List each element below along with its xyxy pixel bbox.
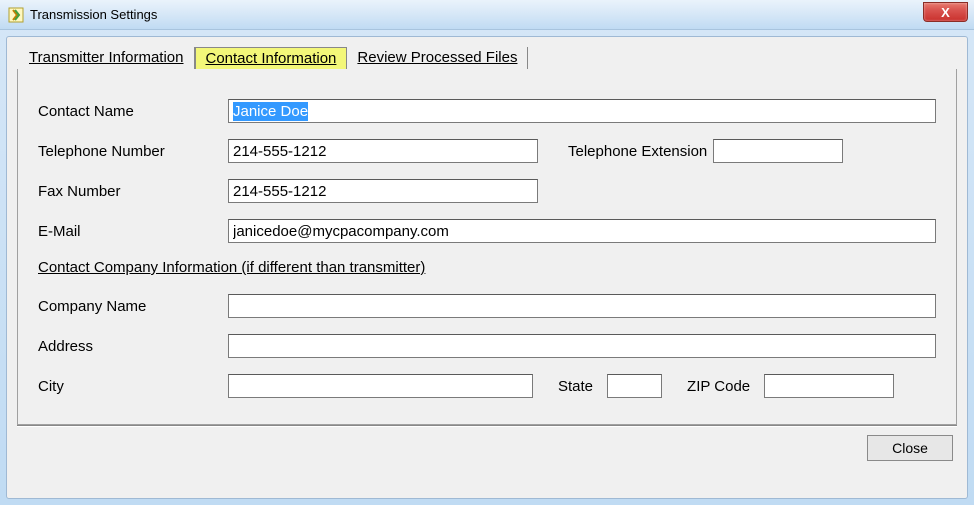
close-window-button[interactable]: X [923, 2, 968, 22]
button-row: Close [7, 427, 967, 465]
city-label: City [38, 378, 228, 395]
contact-name-label: Contact Name [38, 103, 228, 120]
fax-field[interactable] [228, 179, 538, 203]
tab-review-processed-files[interactable]: Review Processed Files [347, 47, 528, 69]
zip-label: ZIP Code [662, 378, 764, 395]
email-label: E-Mail [38, 223, 228, 240]
email-field[interactable] [228, 219, 936, 243]
city-field[interactable] [228, 374, 533, 398]
fax-label: Fax Number [38, 183, 228, 200]
address-field[interactable] [228, 334, 936, 358]
dialog-body: Transmitter Information Contact Informat… [6, 36, 968, 499]
extension-label: Telephone Extension [538, 143, 713, 160]
state-label: State [533, 378, 607, 395]
state-field[interactable] [607, 374, 662, 398]
telephone-field[interactable] [228, 139, 538, 163]
close-icon: X [941, 5, 950, 20]
tab-strip: Transmitter Information Contact Informat… [7, 47, 967, 69]
title-bar: Transmission Settings X [0, 0, 974, 30]
address-label: Address [38, 338, 228, 355]
tab-transmitter-information[interactable]: Transmitter Information [19, 47, 195, 69]
app-icon [8, 7, 24, 23]
company-name-label: Company Name [38, 298, 228, 315]
contact-name-value: Janice Doe [233, 102, 308, 121]
extension-field[interactable] [713, 139, 843, 163]
close-button[interactable]: Close [867, 435, 953, 461]
zip-field[interactable] [764, 374, 894, 398]
company-section-header: Contact Company Information (if differen… [38, 259, 936, 276]
company-name-field[interactable] [228, 294, 936, 318]
contact-name-field[interactable]: Janice Doe [228, 99, 936, 123]
telephone-label: Telephone Number [38, 143, 228, 160]
tab-contact-information[interactable]: Contact Information [195, 47, 348, 69]
contact-information-panel: Contact Name Janice Doe Telephone Number… [17, 69, 957, 425]
window-title: Transmission Settings [30, 7, 157, 22]
